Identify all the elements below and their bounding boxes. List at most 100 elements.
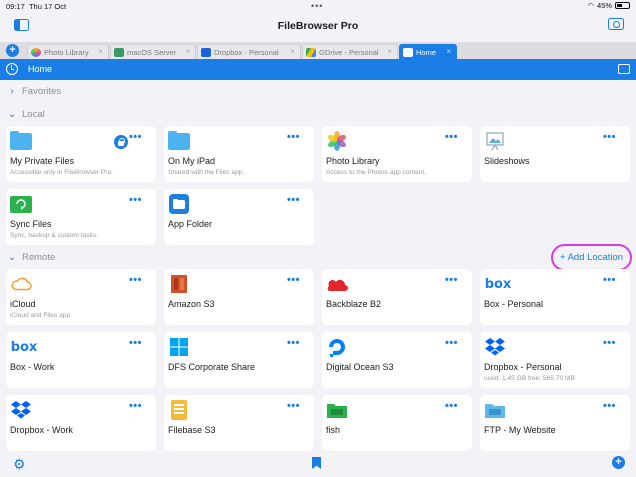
tab-home[interactable]: Home × [399,44,457,59]
tab-strip: + Photo Library × macOS Server × Dropbox… [0,42,636,59]
filebase-icon [168,400,190,420]
gdrive-icon [306,47,316,57]
bottom-toolbar: ⚙ + [0,452,636,477]
location-card-dropbox-personal[interactable]: ••• Dropbox - Personal used: 1.45 GB fre… [480,332,630,388]
box-icon: box [10,339,38,355]
section-label: Favorites [22,86,62,97]
folder-icon [403,47,413,57]
card-title: Sync Files [10,219,52,229]
location-card-my-private-files[interactable]: ••• My Private Files Accessible only in … [6,126,156,182]
battery-icon [615,2,630,9]
gear-icon[interactable]: ⚙ [13,456,26,473]
status-time: 09:17 Thu 17 Oct [6,2,67,11]
card-title: Dropbox - Work [10,425,73,435]
more-options-icon[interactable]: ••• [603,401,616,412]
tab-label: macOS Server [127,47,177,57]
location-card-fish[interactable]: ••• fish [322,395,472,451]
more-options-icon[interactable]: ••• [603,132,616,143]
tab-dropbox-personal[interactable]: Dropbox - Personal × [197,44,301,59]
amazon-s3-icon [168,274,190,294]
bookmark-icon[interactable] [312,457,321,469]
card-title: My Private Files [10,156,75,166]
location-card-amazon-s3[interactable]: ••• Amazon S3 [164,269,314,325]
close-tab-icon[interactable]: × [446,47,451,56]
card-title: FTP - My Website [484,425,556,435]
location-card-sync-files[interactable]: ••• Sync Files Sync, backup & custom tas… [6,189,156,245]
location-card-ftp-my-website[interactable]: ••• FTP - My Website [480,395,630,451]
close-tab-icon[interactable]: × [290,47,295,56]
dropbox-icon [201,47,211,57]
more-options-icon[interactable]: ••• [445,338,458,349]
windows-icon [168,337,190,357]
card-title: DFS Corporate Share [168,362,256,372]
more-options-icon[interactable]: ••• [287,132,300,143]
more-options-icon[interactable]: ••• [129,132,142,143]
more-options-icon[interactable]: ••• [287,195,300,206]
more-options-icon[interactable]: ••• [287,338,300,349]
sync-icon [10,194,32,214]
folder-icon [168,130,190,151]
more-options-icon[interactable]: ••• [445,401,458,412]
tab-gdrive-personal[interactable]: GDrive - Personal × [302,44,398,59]
app-title: FileBrowser Pro [277,20,359,32]
multitasking-dots-icon[interactable]: ••• [311,1,323,11]
history-icon[interactable] [6,63,18,75]
card-subtitle: Shared with the Files app. [168,169,245,176]
location-card-digital-ocean-s3[interactable]: ••• Digital Ocean S3 [322,332,472,388]
more-options-icon[interactable]: ••• [287,275,300,286]
more-options-icon[interactable]: ••• [603,275,616,286]
location-card-slideshows[interactable]: ••• Slideshows [480,126,630,182]
status-right: ◠ 45% [587,1,630,10]
location-card-dfs-corporate-share[interactable]: ••• DFS Corporate Share [164,332,314,388]
section-label: Remote [22,252,56,263]
path-bar: Home [0,59,636,80]
location-card-on-my-ipad[interactable]: ••• On My iPad Shared with the Files app… [164,126,314,182]
camera-icon[interactable] [608,18,624,30]
more-options-icon[interactable]: ••• [287,401,300,412]
close-tab-icon[interactable]: × [98,47,103,56]
location-card-icloud[interactable]: ••• iCloud iCloud and Files app. [6,269,156,325]
section-local[interactable]: ⌄ Local [8,109,45,120]
tab-macos-server[interactable]: macOS Server × [110,44,196,59]
location-card-dropbox-work[interactable]: ••• Dropbox - Work [6,395,156,451]
more-options-icon[interactable]: ••• [129,401,142,412]
digital-ocean-icon [326,337,348,357]
more-options-icon[interactable]: ••• [445,132,458,143]
more-options-icon[interactable]: ••• [603,338,616,349]
card-title: Filebase S3 [168,425,216,435]
more-options-icon[interactable]: ••• [129,275,142,286]
card-title: Slideshows [484,156,530,166]
folder-icon [10,130,32,151]
location-card-backblaze-b2[interactable]: ••• Backblaze B2 [322,269,472,325]
location-card-box-work[interactable]: box ••• Box - Work [6,332,156,388]
breadcrumb[interactable]: Home [28,64,52,74]
more-options-icon[interactable]: ••• [445,275,458,286]
add-icon[interactable]: + [612,456,625,469]
card-title: Box - Work [10,362,55,372]
card-subtitle: iCloud and Files app. [10,312,72,319]
close-tab-icon[interactable]: × [185,47,190,56]
more-options-icon[interactable]: ••• [129,195,142,206]
section-label: Local [22,109,45,120]
lock-icon [114,135,128,149]
new-tab-button[interactable]: + [6,44,19,57]
backblaze-icon [326,274,348,294]
more-options-icon[interactable]: ••• [129,338,142,349]
location-card-app-folder[interactable]: ••• App Folder [164,189,314,245]
tab-photo-library[interactable]: Photo Library × [27,44,109,59]
card-title: fish [326,425,341,435]
section-remote[interactable]: ⌄ Remote [8,252,55,263]
location-card-box-personal[interactable]: box ••• Box - Personal [480,269,630,325]
location-card-filebase-s3[interactable]: ••• Filebase S3 [164,395,314,451]
card-title: iCloud [10,299,36,309]
location-card-photo-library[interactable]: ••• Photo Library Access to the Photos a… [322,126,472,182]
add-location-button[interactable]: + Add Location [551,244,632,271]
card-subtitle: Access to the Photos app content. [326,169,427,176]
new-folder-icon[interactable] [618,64,630,74]
card-title: On My iPad [168,156,216,166]
card-title: App Folder [168,219,213,229]
section-favorites[interactable]: › Favorites [8,86,61,97]
close-tab-icon[interactable]: × [387,47,392,56]
chevron-right-icon: › [10,86,14,97]
tab-label: Dropbox - Personal [214,47,279,57]
